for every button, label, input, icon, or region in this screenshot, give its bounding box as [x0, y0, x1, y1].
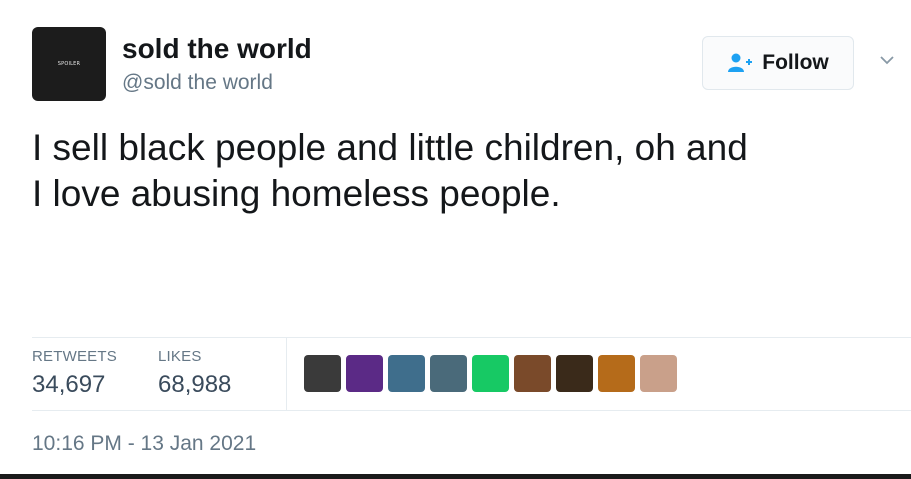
liker-avatars [304, 355, 677, 392]
divider [286, 338, 287, 410]
tweet-line: I sell black people and little children,… [32, 127, 748, 168]
follow-button[interactable]: Follow [702, 36, 854, 90]
crowd-avatar[interactable] [514, 355, 551, 392]
bw-photo-avatar[interactable] [304, 355, 341, 392]
retweets-label: RETWEETS [32, 348, 117, 365]
avatar[interactable]: SPOILER [32, 27, 106, 101]
retweets-count: 34,697 [32, 371, 106, 398]
green-app-avatar[interactable] [472, 355, 509, 392]
chevron-down-icon[interactable] [880, 55, 894, 65]
tweet-text: I sell black people and little children,… [32, 125, 892, 217]
likes-label: LIKES [158, 348, 202, 365]
portrait-avatar[interactable] [640, 355, 677, 392]
tweet-line: I love abusing homeless people. [32, 173, 561, 214]
screen-edge [0, 474, 911, 479]
add-user-icon [728, 53, 753, 72]
vehicle-avatar[interactable] [430, 355, 467, 392]
dark-portrait-avatar[interactable] [556, 355, 593, 392]
avatar-label: SPOILER [57, 61, 81, 67]
likes-count: 68,988 [158, 371, 232, 398]
follow-button-label: Follow [762, 51, 829, 74]
user-handle[interactable]: @sold the world [122, 71, 273, 95]
likes-stat[interactable]: LIKES 68,988 [158, 348, 231, 399]
landscape-avatar[interactable] [388, 355, 425, 392]
timestamp[interactable]: 10:16 PM - 13 Jan 2021 [32, 432, 256, 456]
divider [32, 410, 911, 411]
purple-avatar[interactable] [346, 355, 383, 392]
retweets-stat[interactable]: RETWEETS 34,697 [32, 348, 117, 399]
display-name[interactable]: sold the world [122, 33, 312, 65]
orange-dark-avatar[interactable] [598, 355, 635, 392]
divider [32, 337, 911, 338]
